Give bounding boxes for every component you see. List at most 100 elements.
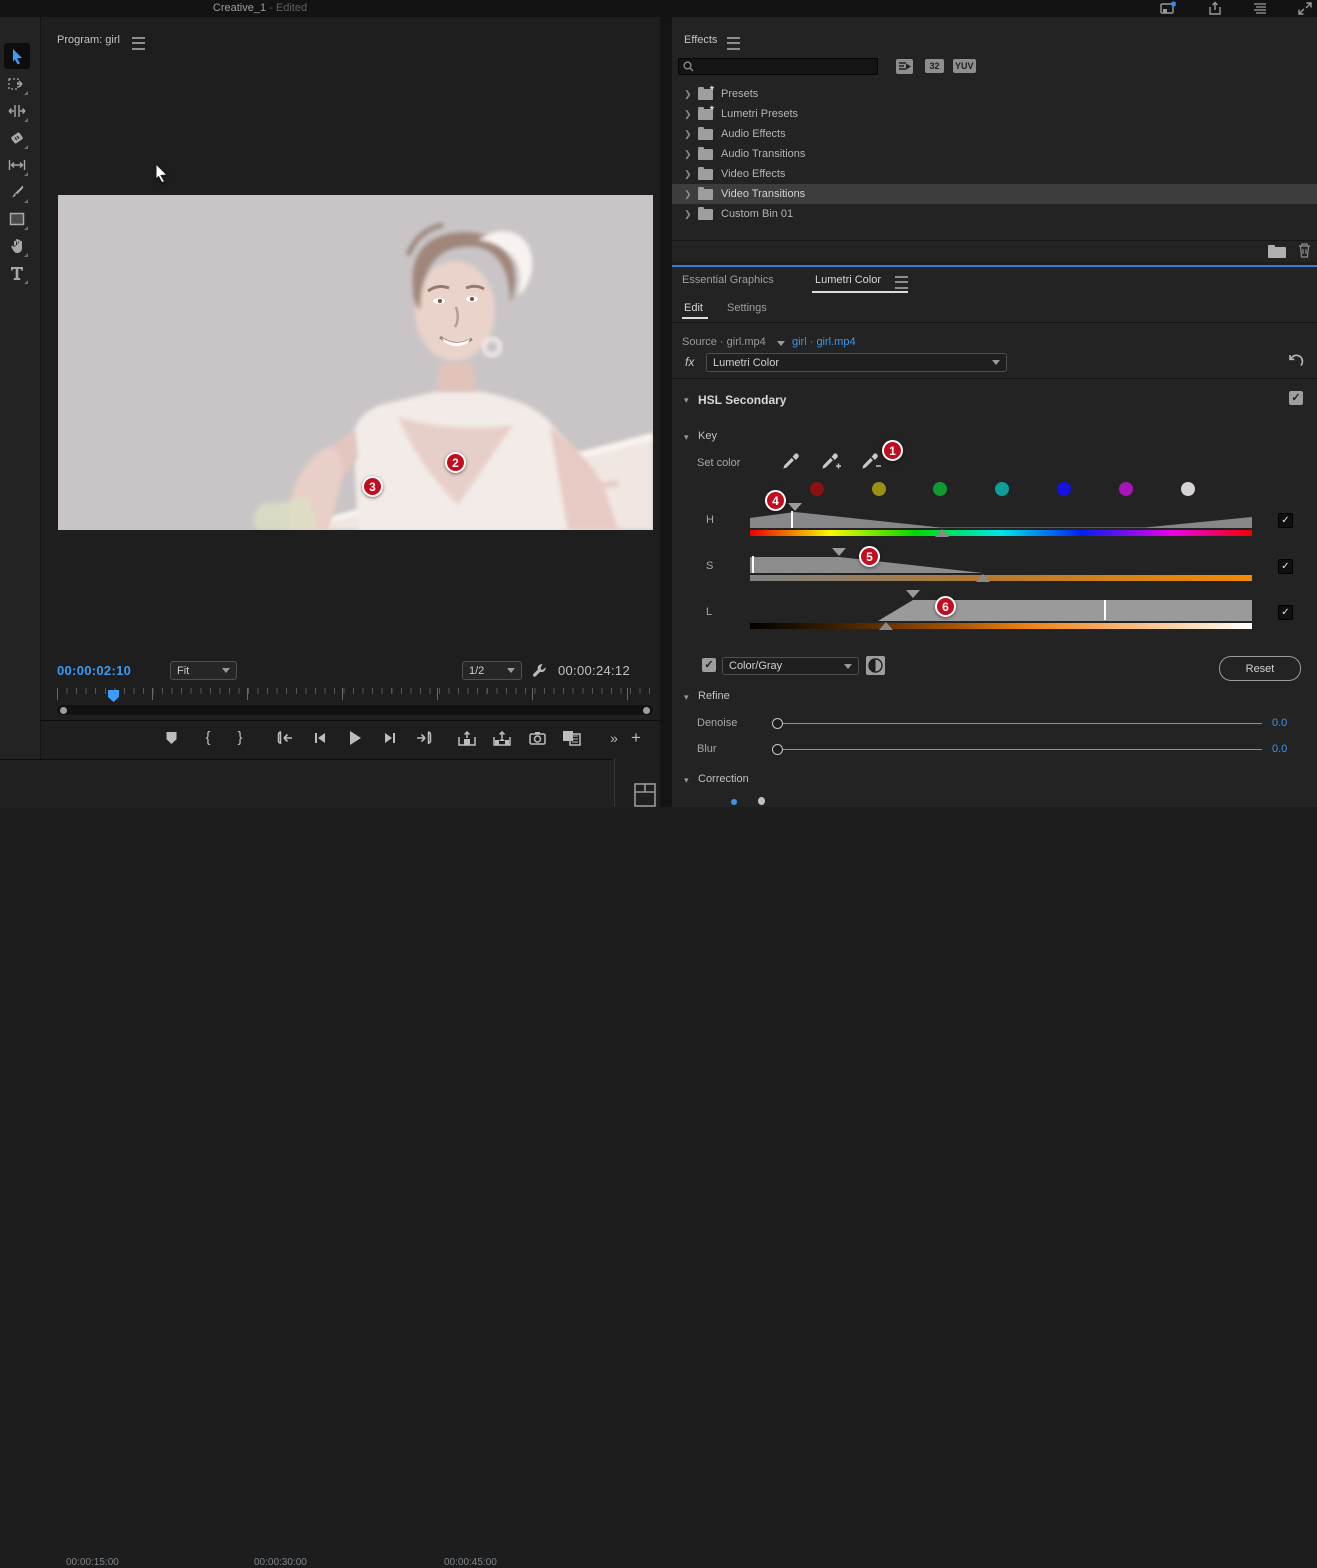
more-chevrons-icon[interactable]: » (603, 727, 625, 749)
selection-tool[interactable] (4, 43, 30, 69)
luminance-range-shape[interactable] (750, 598, 1252, 622)
rectangle-tool[interactable] (4, 206, 30, 232)
luminance-strip[interactable] (750, 623, 1252, 629)
effects-bin-row[interactable]: ❯ Lumetri Presets (672, 104, 1317, 124)
effects-bin-row[interactable]: ❯ Audio Effects (672, 124, 1317, 144)
play-icon[interactable] (344, 727, 366, 749)
chevron-right-icon[interactable]: ❯ (684, 169, 692, 180)
chevron-right-icon[interactable]: ❯ (684, 149, 692, 160)
reset-button[interactable]: Reset (1219, 656, 1301, 681)
mark-in-icon[interactable]: { (197, 727, 219, 749)
chevron-right-icon[interactable]: ❯ (684, 89, 692, 100)
saturation-strip[interactable] (750, 575, 1252, 581)
luminance-enabled-checkbox[interactable]: ✓ (1278, 605, 1293, 620)
effects-bin-row[interactable]: ❯ Video Effects (672, 164, 1317, 184)
matte-preview-checkbox[interactable]: ✓ (702, 658, 716, 672)
hue-bottom-handle[interactable] (935, 529, 949, 537)
chevron-down-icon[interactable] (777, 341, 785, 346)
hue-enabled-checkbox[interactable]: ✓ (1278, 513, 1293, 528)
monitor-zoom-scrollbar[interactable] (57, 705, 653, 715)
effect-dropdown[interactable]: Lumetri Color (706, 353, 1007, 372)
playback-resolution-dropdown[interactable]: 1/2 (462, 661, 522, 680)
chevron-down-icon[interactable]: ▾ (684, 432, 689, 443)
pen-tool[interactable] (4, 179, 30, 205)
layout-grid-icon[interactable] (634, 783, 656, 807)
monitor-time-ruler[interactable] (57, 688, 650, 701)
hue-spectrum-strip[interactable] (750, 530, 1252, 536)
panel-menu-icon[interactable] (727, 37, 740, 50)
hue-range-shape[interactable] (750, 510, 1252, 529)
matte-mode-dropdown[interactable]: Color/Gray (722, 657, 859, 675)
hue-top-handle[interactable] (788, 503, 802, 511)
hsl-enabled-checkbox[interactable]: ✓ (1289, 391, 1303, 405)
denoise-value[interactable]: 0.0 (1272, 717, 1287, 729)
chevron-right-icon[interactable]: ❯ (684, 109, 692, 120)
playhead-marker[interactable] (107, 689, 120, 703)
lift-icon[interactable] (456, 727, 478, 749)
subtab-edit[interactable]: Edit (684, 302, 703, 314)
hand-tool[interactable] (4, 233, 30, 259)
key-swatch-blue[interactable] (1057, 482, 1071, 496)
current-timecode[interactable]: 00:00:02:10 (57, 663, 131, 678)
effects-tab[interactable]: Effects (684, 34, 717, 46)
chevron-down-icon[interactable]: ▾ (684, 395, 689, 406)
step-forward-icon[interactable] (379, 727, 401, 749)
accelerated-effects-badge-icon[interactable] (896, 59, 913, 74)
tab-essential-graphics[interactable]: Essential Graphics (682, 274, 774, 286)
chevron-down-icon[interactable]: ▾ (684, 692, 689, 703)
blur-slider-track[interactable] (783, 749, 1262, 750)
project-icon[interactable] (1160, 1, 1176, 16)
new-custom-bin-icon[interactable] (1268, 245, 1286, 258)
slip-tool[interactable] (4, 152, 30, 178)
section-hsl-secondary[interactable]: HSL Secondary (698, 393, 786, 407)
reset-effect-icon[interactable] (1288, 354, 1304, 370)
saturation-top-handle[interactable] (832, 548, 846, 556)
settings-wrench-icon[interactable] (532, 662, 549, 679)
panel-menu-icon[interactable] (132, 37, 145, 50)
ripple-edit-tool[interactable] (4, 98, 30, 124)
chevron-right-icon[interactable]: ❯ (684, 129, 692, 140)
subtab-settings[interactable]: Settings (727, 302, 767, 314)
effects-bin-row-selected[interactable]: ❯ Video Transitions (672, 184, 1317, 204)
export-frame-icon[interactable] (526, 727, 548, 749)
key-swatch-red[interactable] (810, 482, 824, 496)
panel-menu-icon[interactable] (895, 276, 908, 289)
scrollbar-left-handle[interactable] (60, 706, 67, 714)
effects-bin-row[interactable]: ❯ Custom Bin 01 (672, 204, 1317, 224)
key-swatch-teal[interactable] (995, 482, 1009, 496)
eyedropper-icon[interactable] (781, 452, 799, 471)
yuv-badge[interactable]: YUV (953, 59, 976, 73)
program-monitor-tab[interactable]: Program: girl (57, 34, 120, 46)
blur-slider-knob[interactable] (772, 744, 783, 755)
fullscreen-icon[interactable] (1297, 1, 1313, 16)
clip-link[interactable]: girl · girl.mp4 (792, 336, 856, 348)
saturation-range-shape[interactable] (750, 555, 1252, 574)
effects-bin-row[interactable]: ❯ Presets (672, 84, 1317, 104)
source-label[interactable]: Source · girl.mp4 (682, 336, 766, 348)
luminance-top-handle[interactable] (906, 590, 920, 598)
zoom-level-dropdown[interactable]: Fit (170, 661, 237, 680)
32bit-badge[interactable]: 32 (925, 59, 944, 73)
denoise-slider-track[interactable] (783, 723, 1262, 724)
add-button-icon[interactable]: + (625, 727, 647, 749)
luminance-bottom-handle[interactable] (879, 622, 893, 630)
section-refine[interactable]: Refine (698, 690, 730, 702)
saturation-enabled-checkbox[interactable]: ✓ (1278, 559, 1293, 574)
key-swatch-white[interactable] (1181, 482, 1195, 496)
key-swatch-green[interactable] (933, 482, 947, 496)
denoise-slider-knob[interactable] (772, 718, 783, 729)
workspaces-icon[interactable] (1252, 1, 1268, 16)
key-swatch-yellow[interactable] (872, 482, 886, 496)
effects-bin-row[interactable]: ❯ Audio Transitions (672, 144, 1317, 164)
eyedropper-add-icon[interactable] (821, 452, 841, 471)
go-to-out-icon[interactable] (413, 727, 435, 749)
saturation-bottom-handle[interactable] (976, 574, 990, 582)
track-select-forward-tool[interactable] (4, 71, 30, 97)
add-marker-icon[interactable] (160, 727, 182, 749)
razor-tool[interactable] (4, 125, 30, 151)
scrollbar-right-handle[interactable] (643, 706, 650, 714)
panel-divider[interactable] (660, 17, 672, 807)
eyedropper-subtract-icon[interactable] (861, 452, 881, 471)
type-tool[interactable] (4, 260, 30, 286)
mark-out-icon[interactable]: } (229, 727, 251, 749)
